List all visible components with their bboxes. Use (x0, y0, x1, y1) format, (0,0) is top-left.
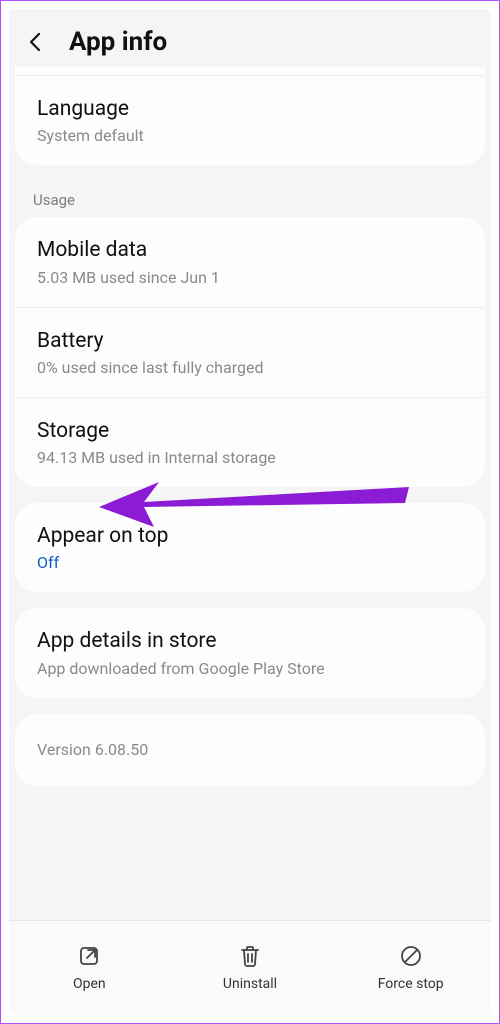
card-general: Language System default (15, 67, 485, 165)
row-storage[interactable]: Storage 94.13 MB used in Internal storag… (15, 397, 485, 487)
card-appear-on-top: Appear on top Off (15, 503, 485, 592)
section-usage-label: Usage (9, 181, 491, 217)
card-store: App details in store App downloaded from… (15, 608, 485, 697)
appear-value: Off (37, 553, 463, 572)
open-label: Open (73, 976, 106, 992)
row-battery[interactable]: Battery 0% used since last fully charged (15, 307, 485, 397)
row-hidden-top[interactable] (15, 67, 485, 75)
battery-subtitle: 0% used since last fully charged (37, 358, 463, 377)
appear-title: Appear on top (37, 523, 463, 549)
forbidden-icon (399, 944, 423, 968)
language-title: Language (37, 96, 463, 122)
uninstall-label: Uninstall (223, 976, 277, 992)
mobile-data-title: Mobile data (37, 237, 463, 263)
chevron-left-icon (24, 30, 48, 54)
row-version: Version 6.08.50 (15, 714, 485, 786)
open-button[interactable]: Open (9, 921, 170, 1015)
row-appear-on-top[interactable]: Appear on top Off (15, 503, 485, 592)
header: App info (9, 9, 491, 67)
row-language[interactable]: Language System default (15, 75, 485, 165)
open-icon (77, 944, 101, 968)
trash-icon (238, 944, 262, 968)
force-stop-button[interactable]: Force stop (330, 921, 491, 1015)
row-app-details-in-store[interactable]: App details in store App downloaded from… (15, 608, 485, 697)
store-title: App details in store (37, 628, 463, 654)
card-usage: Mobile data 5.03 MB used since Jun 1 Bat… (15, 217, 485, 487)
uninstall-button[interactable]: Uninstall (170, 921, 331, 1015)
storage-subtitle: 94.13 MB used in Internal storage (37, 448, 463, 467)
mobile-data-subtitle: 5.03 MB used since Jun 1 (37, 268, 463, 287)
battery-title: Battery (37, 328, 463, 354)
store-subtitle: App downloaded from Google Play Store (37, 659, 463, 678)
bottom-bar: Open Uninstall Force stop (9, 920, 491, 1015)
storage-title: Storage (37, 418, 463, 444)
back-button[interactable] (23, 29, 49, 55)
language-subtitle: System default (37, 126, 463, 145)
row-mobile-data[interactable]: Mobile data 5.03 MB used since Jun 1 (15, 217, 485, 306)
card-version: Version 6.08.50 (15, 714, 485, 786)
page-title: App info (69, 27, 167, 57)
version-text: Version 6.08.50 (37, 740, 463, 760)
force-stop-label: Force stop (378, 976, 444, 992)
